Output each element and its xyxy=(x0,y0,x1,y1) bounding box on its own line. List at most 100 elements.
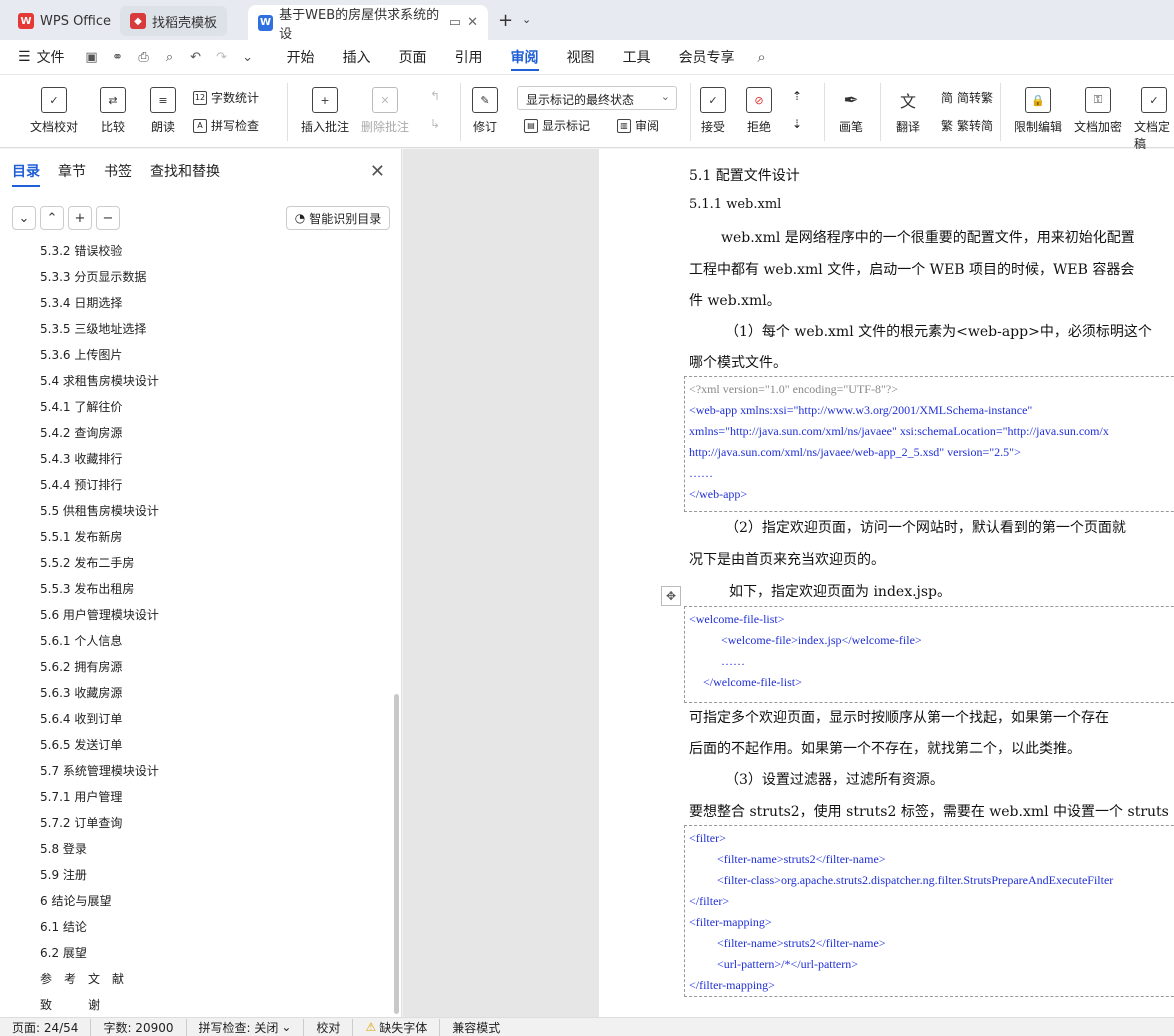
tab-toc[interactable]: 目录 xyxy=(12,161,40,187)
print-preview-icon[interactable]: ⌕ xyxy=(161,49,179,65)
missing-font-status[interactable]: ⚠ 缺失字体 xyxy=(353,1018,441,1036)
toc-item[interactable]: 5.7.2 订单查询 xyxy=(40,814,122,831)
toc-item[interactable]: 5.6.3 收藏房源 xyxy=(40,684,122,701)
toc-item[interactable]: 5.6 用户管理模块设计 xyxy=(40,606,159,623)
prev-revision-icon[interactable]: ⇡ xyxy=(792,89,802,103)
toc-item[interactable]: 参 考 文 献 xyxy=(40,970,124,987)
toc-item[interactable]: 5.7 系统管理模块设计 xyxy=(40,762,159,779)
tab-find-replace[interactable]: 查找和替换 xyxy=(150,161,220,181)
menu-view[interactable]: 视图 xyxy=(553,40,609,74)
toc-item[interactable]: 致 谢 xyxy=(40,996,100,1013)
new-tab-icon[interactable]: + xyxy=(498,10,513,31)
read-aloud-button[interactable]: ≡ 朗读 xyxy=(150,87,176,135)
proof-status[interactable]: 校对 xyxy=(304,1018,354,1036)
search-icon[interactable]: ⌕ xyxy=(753,48,771,66)
toc-item[interactable]: 5.6.5 发送订单 xyxy=(40,736,122,753)
screen-icon[interactable]: ▭ xyxy=(449,15,461,30)
toc-item[interactable]: 5.8 登录 xyxy=(40,840,87,857)
toc-item[interactable]: 5.6.4 收到订单 xyxy=(40,710,122,727)
toc-item[interactable]: 6.1 结论 xyxy=(40,918,87,935)
encrypt-doc-button[interactable]: ⚿ 文档加密 xyxy=(1074,87,1122,135)
toc-item[interactable]: 5.4.2 查询房源 xyxy=(40,424,122,441)
pen-button[interactable]: ✒ 画笔 xyxy=(838,87,864,135)
redo-icon[interactable]: ↷ xyxy=(213,49,231,65)
toc-item[interactable]: 6 结论与展望 xyxy=(40,892,111,909)
next-comment-icon[interactable]: ↳ xyxy=(430,117,440,131)
tab-chapters[interactable]: 章节 xyxy=(58,161,86,181)
prev-comment-icon[interactable]: ↰ xyxy=(430,89,440,103)
accept-icon: ✓ xyxy=(700,87,726,113)
toc-item[interactable]: 5.6.2 拥有房源 xyxy=(40,658,122,675)
compare-button[interactable]: ⇄ 比较 xyxy=(100,87,126,135)
toc-item[interactable]: 5.3.4 日期选择 xyxy=(40,294,122,311)
share-icon[interactable]: ⚭ xyxy=(109,49,127,65)
translate-button[interactable]: 文翻译 xyxy=(895,87,921,135)
finalize-doc-button[interactable]: ✓ 文档定稿 xyxy=(1134,87,1174,152)
toc-item[interactable]: 6.2 展望 xyxy=(40,944,87,961)
close-tab-icon[interactable]: ✕ xyxy=(467,15,478,30)
toc-item[interactable]: 5.4 求租售房模块设计 xyxy=(40,372,159,389)
paragraph: 工程中都有 web.xml 文件，启动一个 WEB 项目的时候，WEB 容器会 xyxy=(689,262,1135,278)
toc-item[interactable]: 5.4.1 了解往价 xyxy=(40,398,122,415)
trad-to-simp-button[interactable]: 繁繁转简 xyxy=(941,117,993,134)
show-markup-button[interactable]: ▤ 显示标记 xyxy=(524,117,590,134)
toc-item[interactable]: 5.5.1 发布新房 xyxy=(40,528,122,545)
toc-item[interactable]: 5.9 注册 xyxy=(40,866,87,883)
toc-item[interactable]: 5.5 供租售房模块设计 xyxy=(40,502,159,519)
expand-down-icon[interactable]: ⌄ xyxy=(12,206,36,230)
close-pane-icon[interactable]: ✕ xyxy=(370,161,385,182)
remove-level-icon[interactable]: − xyxy=(96,206,120,230)
toc-item[interactable]: 5.7.1 用户管理 xyxy=(40,788,122,805)
insert-comment-button[interactable]: + 插入批注 xyxy=(301,87,349,135)
tab-template[interactable]: ◆ 找稻壳模板 xyxy=(120,6,228,36)
save-icon[interactable]: ▣ xyxy=(83,49,101,65)
toc-item[interactable]: 5.3.2 错误校验 xyxy=(40,242,122,259)
tab-wps-office[interactable]: W WPS Office xyxy=(8,6,121,36)
toc-item[interactable]: 5.4.3 收藏排行 xyxy=(40,450,122,467)
toc-item[interactable]: 5.5.2 发布二手房 xyxy=(40,554,134,571)
tab-label: 找稻壳模板 xyxy=(152,15,218,31)
more-chevron-icon[interactable]: ⌄ xyxy=(239,49,257,65)
menu-home[interactable]: 开始 xyxy=(273,40,329,74)
print-icon[interactable]: ⎙ xyxy=(135,49,153,65)
table-move-handle-icon[interactable]: ✥ xyxy=(661,586,681,606)
menu-references[interactable]: 引用 xyxy=(441,40,497,74)
menu-member[interactable]: 会员专享 xyxy=(665,40,749,74)
reject-button[interactable]: ⊘ 拒绝 xyxy=(746,87,772,135)
revise-button[interactable]: ✎ 修订 xyxy=(472,87,498,135)
tab-list-chevron-icon[interactable]: ⌄ xyxy=(522,13,531,26)
review-pane-button[interactable]: ▥ 审阅 xyxy=(617,117,659,134)
word-count-button[interactable]: 12 字数统计 xyxy=(193,89,259,106)
restrict-edit-icon: 🔒 xyxy=(1025,87,1051,113)
markup-state-select[interactable]: 显示标记的最终状态 ⌄ xyxy=(517,86,677,110)
tab-document[interactable]: W 基于WEB的房屋供求系统的设 ▭ ✕ xyxy=(248,5,488,42)
toc-item[interactable]: 5.3.5 三级地址选择 xyxy=(40,320,146,337)
spell-check-status[interactable]: 拼写检查: 关闭 ⌄ xyxy=(187,1018,305,1036)
document-page[interactable]: 5.1 配置文件设计 5.1.1 web.xml web.xml 是网络程序中的… xyxy=(599,149,1174,1017)
menu-page[interactable]: 页面 xyxy=(385,40,441,74)
file-menu[interactable]: ☰ 文件 xyxy=(0,40,79,74)
toc-item[interactable]: 5.6.1 个人信息 xyxy=(40,632,122,649)
collapse-up-icon[interactable]: ⌃ xyxy=(40,206,64,230)
simp-to-trad-button[interactable]: 简简转繁 xyxy=(941,89,993,106)
toc-item[interactable]: 5.5.3 发布出租房 xyxy=(40,580,134,597)
word-count-status[interactable]: 字数: 20900 xyxy=(91,1018,187,1036)
restrict-edit-button[interactable]: 🔒 限制编辑 xyxy=(1014,87,1062,135)
page-indicator[interactable]: 页面: 24/54 xyxy=(0,1018,92,1036)
smart-toc-button[interactable]: ◔ 智能识别目录 xyxy=(286,206,390,230)
toc-item[interactable]: 5.3.6 上传图片 xyxy=(40,346,122,363)
toc-item[interactable]: 5.3.3 分页显示数据 xyxy=(40,268,146,285)
menu-review[interactable]: 审阅 xyxy=(497,40,553,74)
menu-tools[interactable]: 工具 xyxy=(609,40,665,74)
spell-check-button[interactable]: A 拼写检查 xyxy=(193,117,259,134)
next-revision-icon[interactable]: ⇣ xyxy=(792,117,802,131)
accept-button[interactable]: ✓ 接受 xyxy=(700,87,726,135)
add-level-icon[interactable]: + xyxy=(68,206,92,230)
doc-check-button[interactable]: ✓ 文档校对 xyxy=(30,87,78,135)
toc-item[interactable]: 5.4.4 预订排行 xyxy=(40,476,122,493)
delete-comment-button[interactable]: ✕ 删除批注 xyxy=(361,87,409,135)
tab-bookmarks[interactable]: 书签 xyxy=(104,161,132,181)
undo-icon[interactable]: ↶ xyxy=(187,49,205,65)
toc-scrollbar[interactable] xyxy=(394,694,399,1014)
menu-insert[interactable]: 插入 xyxy=(329,40,385,74)
